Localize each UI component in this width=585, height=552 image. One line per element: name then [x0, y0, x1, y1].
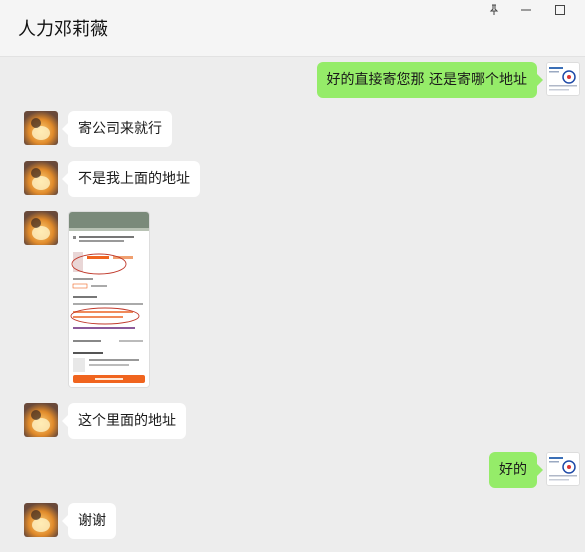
chat-title: 人力邓莉薇	[18, 19, 108, 40]
message-bubble-contact[interactable]: 寄公司来就行	[62, 111, 172, 147]
image-message-thumbnail[interactable]	[68, 211, 150, 388]
maximize-icon[interactable]	[550, 2, 570, 18]
contact-avatar[interactable]	[24, 211, 58, 245]
message-bubble-contact[interactable]: 这个里面的地址	[62, 403, 186, 439]
contact-avatar[interactable]	[24, 403, 58, 437]
minimize-icon[interactable]	[516, 2, 536, 18]
message-bubble-self[interactable]: 好的直接寄您那 还是寄哪个地址	[316, 62, 544, 98]
self-avatar[interactable]	[546, 452, 580, 486]
self-avatar[interactable]	[546, 62, 580, 96]
message-bubble-self[interactable]: 好的	[489, 452, 543, 488]
contact-avatar[interactable]	[24, 111, 58, 145]
contact-avatar[interactable]	[24, 503, 58, 537]
contact-avatar[interactable]	[24, 161, 58, 195]
message-bubble-contact[interactable]: 谢谢	[62, 503, 116, 539]
message-bubble-contact[interactable]: 不是我上面的地址	[62, 161, 200, 197]
pin-icon[interactable]	[484, 2, 504, 18]
chat-header: 人力邓莉薇	[0, 0, 585, 57]
